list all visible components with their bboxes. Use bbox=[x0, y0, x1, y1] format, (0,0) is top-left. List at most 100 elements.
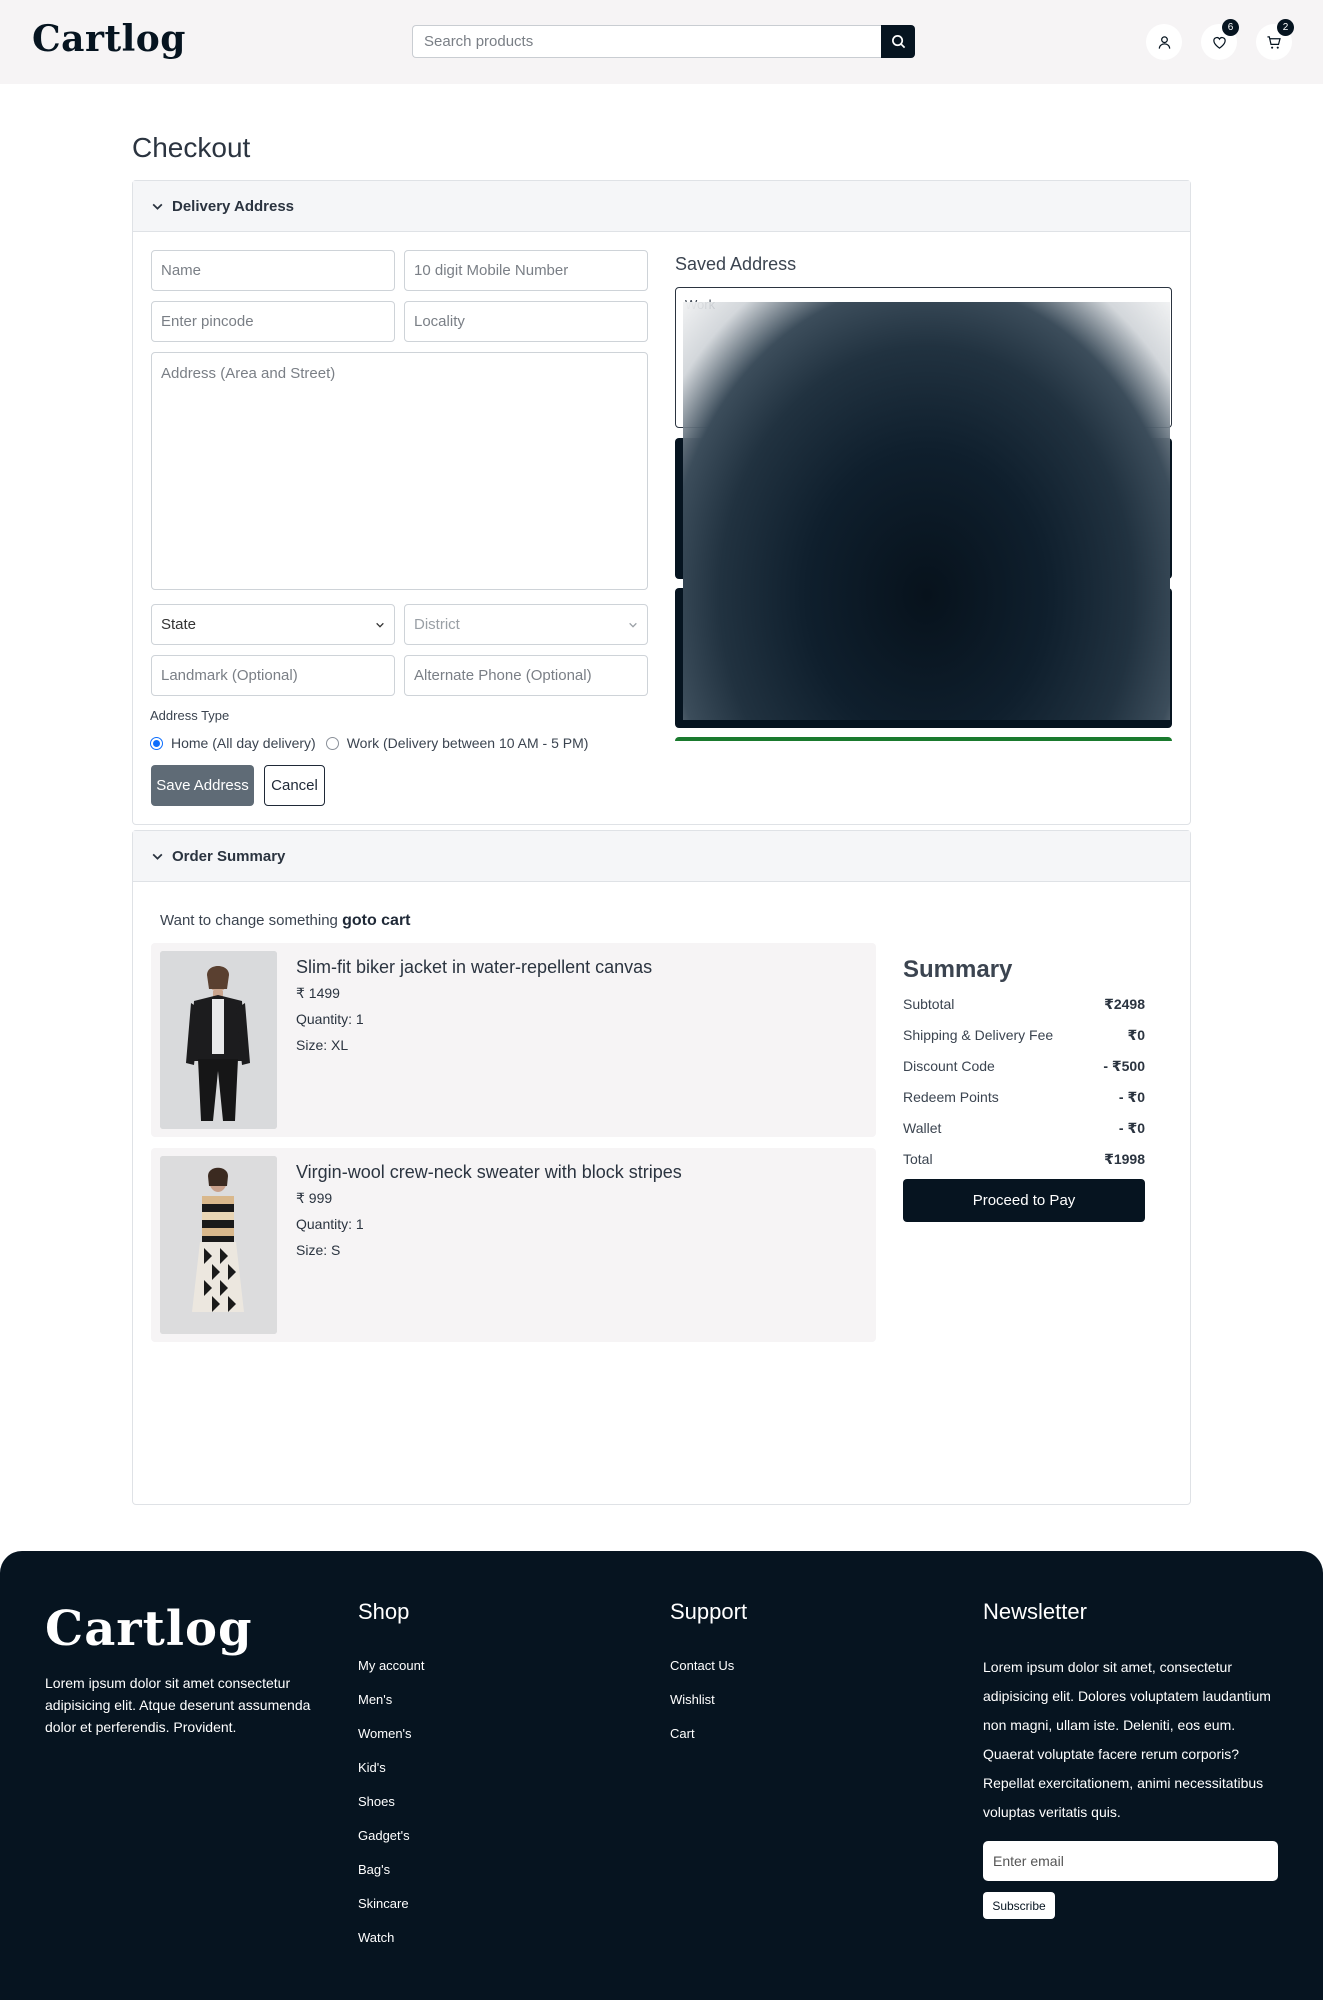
footer-newsletter-title: Newsletter bbox=[983, 1599, 1087, 1624]
product-quantity: Quantity: 1 bbox=[296, 1011, 364, 1027]
footer-about: Lorem ipsum dolor sit amet consectetur a… bbox=[45, 1675, 311, 1735]
product-size: Size: XL bbox=[296, 1037, 349, 1053]
cart-count-badge: 2 bbox=[1277, 19, 1294, 36]
search-bar bbox=[412, 25, 915, 58]
footer-link-mens[interactable]: Men's bbox=[358, 1692, 392, 1707]
product-size: Size: S bbox=[296, 1242, 341, 1258]
pincode-field[interactable] bbox=[151, 301, 395, 342]
search-input[interactable] bbox=[412, 25, 881, 58]
saved-address-title: Saved Address bbox=[675, 254, 797, 274]
chevron-down-icon bbox=[152, 203, 163, 210]
site-footer: Cartlog Lorem ipsum dolor sit amet conse… bbox=[0, 1551, 1323, 2000]
summary-row-shipping: Shipping & Delivery Fee ₹0 bbox=[903, 1027, 1145, 1044]
summary-row-discount: Discount Code - ₹500 bbox=[903, 1058, 1145, 1075]
home-option-label: Home (All day delivery) bbox=[171, 735, 316, 751]
redacted-overlay bbox=[683, 302, 1170, 720]
summary-row-total: Total ₹1998 bbox=[903, 1151, 1145, 1168]
footer-link-cart[interactable]: Cart bbox=[670, 1726, 695, 1741]
address-textarea[interactable] bbox=[151, 352, 648, 590]
footer-shop-title: Shop bbox=[358, 1599, 410, 1624]
change-cart-text: Want to change something goto cart bbox=[160, 912, 411, 930]
home-radio[interactable] bbox=[150, 736, 163, 750]
cart-icon bbox=[1267, 35, 1281, 49]
state-select-value: State bbox=[161, 616, 197, 633]
delivery-address-title: Delivery Address bbox=[172, 197, 295, 215]
name-field[interactable] bbox=[151, 250, 395, 291]
proceed-to-pay-button[interactable]: Proceed to Pay bbox=[903, 1179, 1145, 1222]
product-name[interactable]: Virgin-wool crew-neck sweater with block… bbox=[296, 1162, 682, 1183]
summary-label: Redeem Points bbox=[903, 1089, 999, 1105]
footer-link-wishlist[interactable]: Wishlist bbox=[670, 1692, 715, 1707]
goto-cart-link[interactable]: goto cart bbox=[342, 912, 410, 929]
account-button[interactable] bbox=[1146, 24, 1182, 60]
footer-link-contact-us[interactable]: Contact Us bbox=[670, 1658, 734, 1673]
newsletter-email-input[interactable] bbox=[983, 1841, 1278, 1881]
chevron-down-icon bbox=[152, 853, 163, 860]
mobile-field[interactable] bbox=[404, 250, 648, 291]
cancel-button[interactable]: Cancel bbox=[264, 765, 325, 806]
wishlist-button[interactable]: 6 bbox=[1201, 19, 1239, 60]
subscribe-button[interactable]: Subscribe bbox=[983, 1892, 1055, 1919]
order-item: Slim-fit biker jacket in water-repellent… bbox=[151, 943, 876, 1137]
change-cart-prompt: Want to change something bbox=[160, 912, 338, 929]
summary-label: Wallet bbox=[903, 1120, 942, 1136]
footer-link-shoes[interactable]: Shoes bbox=[358, 1794, 395, 1809]
user-icon bbox=[1158, 35, 1170, 49]
summary-value: - ₹500 bbox=[1103, 1058, 1145, 1074]
summary-title: Summary bbox=[903, 956, 1013, 983]
summary-value: ₹1998 bbox=[1104, 1151, 1145, 1167]
product-quantity: Quantity: 1 bbox=[296, 1216, 364, 1232]
summary-row-redeem: Redeem Points - ₹0 bbox=[903, 1089, 1145, 1106]
search-button[interactable] bbox=[881, 25, 915, 58]
chevron-down-icon bbox=[629, 622, 637, 628]
address-type-label: Address Type bbox=[150, 708, 230, 723]
product-price: ₹ 1499 bbox=[296, 985, 340, 1001]
footer-link-skincare[interactable]: Skincare bbox=[358, 1896, 409, 1911]
alternate-phone-field[interactable] bbox=[404, 655, 648, 696]
footer-link-gadgets[interactable]: Gadget's bbox=[358, 1828, 410, 1843]
summary-label: Discount Code bbox=[903, 1058, 995, 1074]
product-name[interactable]: Slim-fit biker jacket in water-repellent… bbox=[296, 957, 652, 978]
order-summary-title: Order Summary bbox=[172, 847, 286, 865]
site-logo[interactable]: Cartlog bbox=[32, 18, 186, 60]
summary-value: ₹2498 bbox=[1104, 996, 1145, 1012]
summary-value: - ₹0 bbox=[1118, 1120, 1145, 1136]
summary-label: Shipping & Delivery Fee bbox=[903, 1027, 1054, 1043]
product-price: ₹ 999 bbox=[296, 1190, 333, 1206]
district-select[interactable]: District bbox=[404, 604, 648, 645]
chevron-down-icon bbox=[376, 622, 384, 628]
delivery-address-toggle[interactable]: Delivery Address bbox=[133, 181, 1190, 232]
summary-label: Total bbox=[903, 1151, 933, 1167]
address-type-options: Home (All day delivery) Work (Delivery b… bbox=[150, 735, 588, 751]
save-address-button[interactable]: Save Address bbox=[151, 765, 254, 806]
summary-row-wallet: Wallet - ₹0 bbox=[903, 1120, 1145, 1137]
saved-address-card[interactable] bbox=[675, 737, 1172, 741]
heart-icon bbox=[1212, 36, 1226, 49]
landmark-field[interactable] bbox=[151, 655, 395, 696]
locality-field[interactable] bbox=[404, 301, 648, 342]
summary-value: - ₹0 bbox=[1118, 1089, 1145, 1105]
state-select[interactable]: State bbox=[151, 604, 395, 645]
work-option-label: Work (Delivery between 10 AM - 5 PM) bbox=[346, 735, 589, 751]
summary-label: Subtotal bbox=[903, 996, 955, 1012]
footer-link-kids[interactable]: Kid's bbox=[358, 1760, 386, 1775]
cart-button[interactable]: 2 bbox=[1256, 19, 1294, 60]
district-select-value: District bbox=[414, 616, 460, 633]
footer-support-title: Support bbox=[670, 1599, 748, 1624]
search-icon bbox=[891, 35, 905, 49]
footer-link-my-account[interactable]: My account bbox=[358, 1658, 424, 1673]
product-image bbox=[160, 951, 277, 1129]
order-item: Virgin-wool crew-neck sweater with block… bbox=[151, 1148, 876, 1342]
footer-logo[interactable]: Cartlog bbox=[45, 1601, 253, 1657]
footer-link-watch[interactable]: Watch bbox=[358, 1930, 394, 1945]
work-radio[interactable] bbox=[325, 736, 339, 750]
footer-link-bags[interactable]: Bag's bbox=[358, 1862, 390, 1877]
order-summary-toggle[interactable]: Order Summary bbox=[133, 831, 1190, 882]
newsletter-text: Lorem ipsum dolor sit amet, consectetur … bbox=[983, 1659, 1271, 1820]
product-image bbox=[160, 1156, 277, 1334]
wishlist-count-badge: 6 bbox=[1222, 19, 1239, 36]
summary-value: ₹0 bbox=[1127, 1027, 1145, 1043]
page-title: Checkout bbox=[132, 132, 251, 163]
footer-link-womens[interactable]: Women's bbox=[358, 1726, 412, 1741]
summary-row-subtotal: Subtotal ₹2498 bbox=[903, 996, 1145, 1013]
